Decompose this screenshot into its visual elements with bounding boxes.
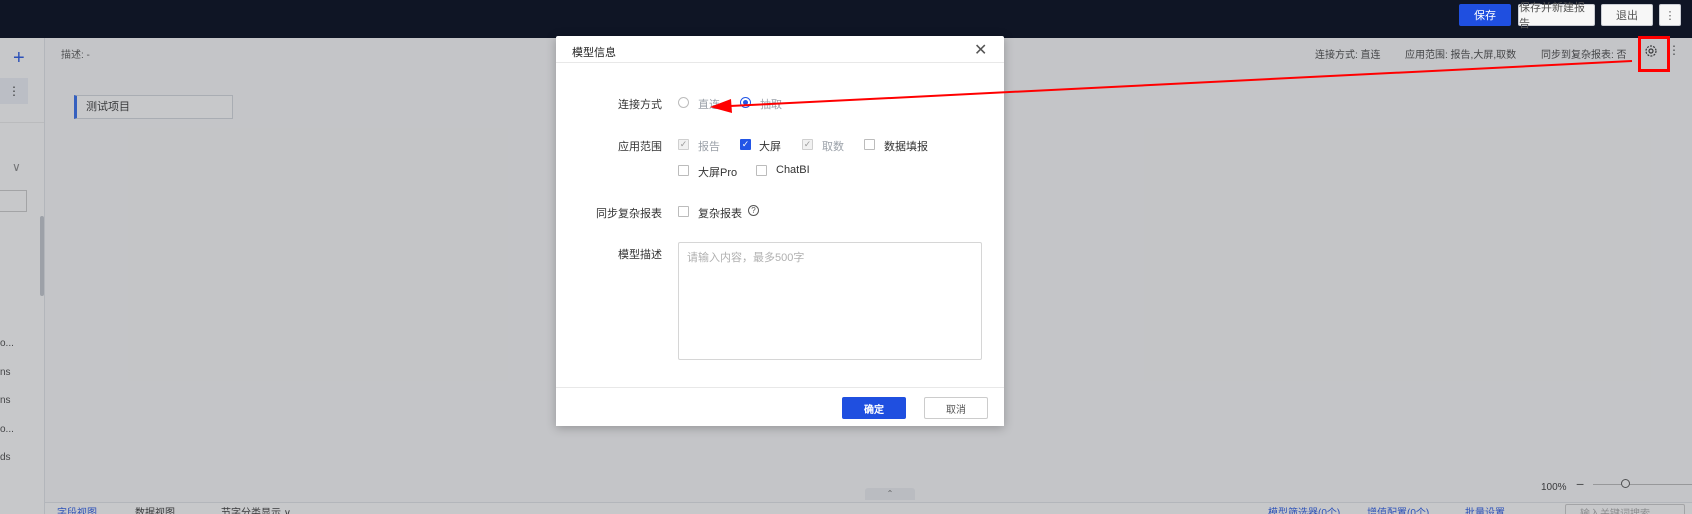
- radio-direct-label[interactable]: 直连: [698, 96, 720, 112]
- save-and-new-report-button[interactable]: 保存并新建报告: [1518, 2, 1595, 30]
- checkbox-data-fill[interactable]: [864, 139, 875, 150]
- checkbox-complex-report-label[interactable]: 复杂报表: [698, 205, 742, 221]
- scope-label: 应用范围: [618, 141, 662, 153]
- connection-label: 连接方式: [618, 99, 662, 111]
- exit-button[interactable]: 退出: [1601, 4, 1653, 26]
- help-icon[interactable]: ?: [748, 205, 759, 216]
- dialog-title: 模型信息: [572, 47, 616, 59]
- cancel-button[interactable]: 取消: [924, 397, 988, 419]
- checkbox-complex-report[interactable]: [678, 206, 689, 217]
- checkbox-dashboard-label[interactable]: 大屏: [759, 138, 781, 154]
- checkbox-dashboard-pro[interactable]: [678, 165, 689, 176]
- checkbox-report-label: 报告: [698, 141, 720, 153]
- save-button[interactable]: 保存: [1459, 4, 1511, 26]
- checkbox-chatbi-label[interactable]: ChatBI: [776, 164, 810, 176]
- description-label: 模型描述: [618, 249, 662, 261]
- more-menu-button[interactable]: ⋮: [1659, 4, 1681, 26]
- confirm-button[interactable]: 确定: [842, 397, 906, 419]
- checkbox-chatbi[interactable]: [756, 165, 767, 176]
- checkbox-dashboard[interactable]: ✓: [740, 139, 751, 150]
- radio-extract[interactable]: [740, 97, 751, 108]
- annotation-highlight-box: [1638, 36, 1670, 72]
- sync-label: 同步复杂报表: [596, 208, 662, 220]
- checkbox-fetch[interactable]: ✓: [802, 139, 813, 150]
- top-toolbar: 保存 保存并新建报告 退出 ⋮: [0, 0, 1692, 38]
- dialog-header-divider: [556, 62, 1004, 63]
- radio-direct[interactable]: [678, 97, 689, 108]
- model-info-dialog: 模型信息 ✕ 连接方式 直连 抽取 应用范围 ✓ 报告 ✓ 大屏 ✓ 取数 数据…: [556, 36, 1004, 426]
- radio-extract-label[interactable]: 抽取: [760, 96, 782, 112]
- close-icon[interactable]: ✕: [974, 40, 987, 60]
- checkbox-dashboard-pro-label[interactable]: 大屏Pro: [698, 164, 737, 180]
- checkbox-fetch-label: 取数: [822, 141, 844, 153]
- checkbox-data-fill-label[interactable]: 数据填报: [884, 138, 928, 154]
- model-description-input[interactable]: [678, 242, 982, 360]
- checkbox-report[interactable]: ✓: [678, 139, 689, 150]
- dialog-footer: 确定 取消: [556, 387, 1004, 426]
